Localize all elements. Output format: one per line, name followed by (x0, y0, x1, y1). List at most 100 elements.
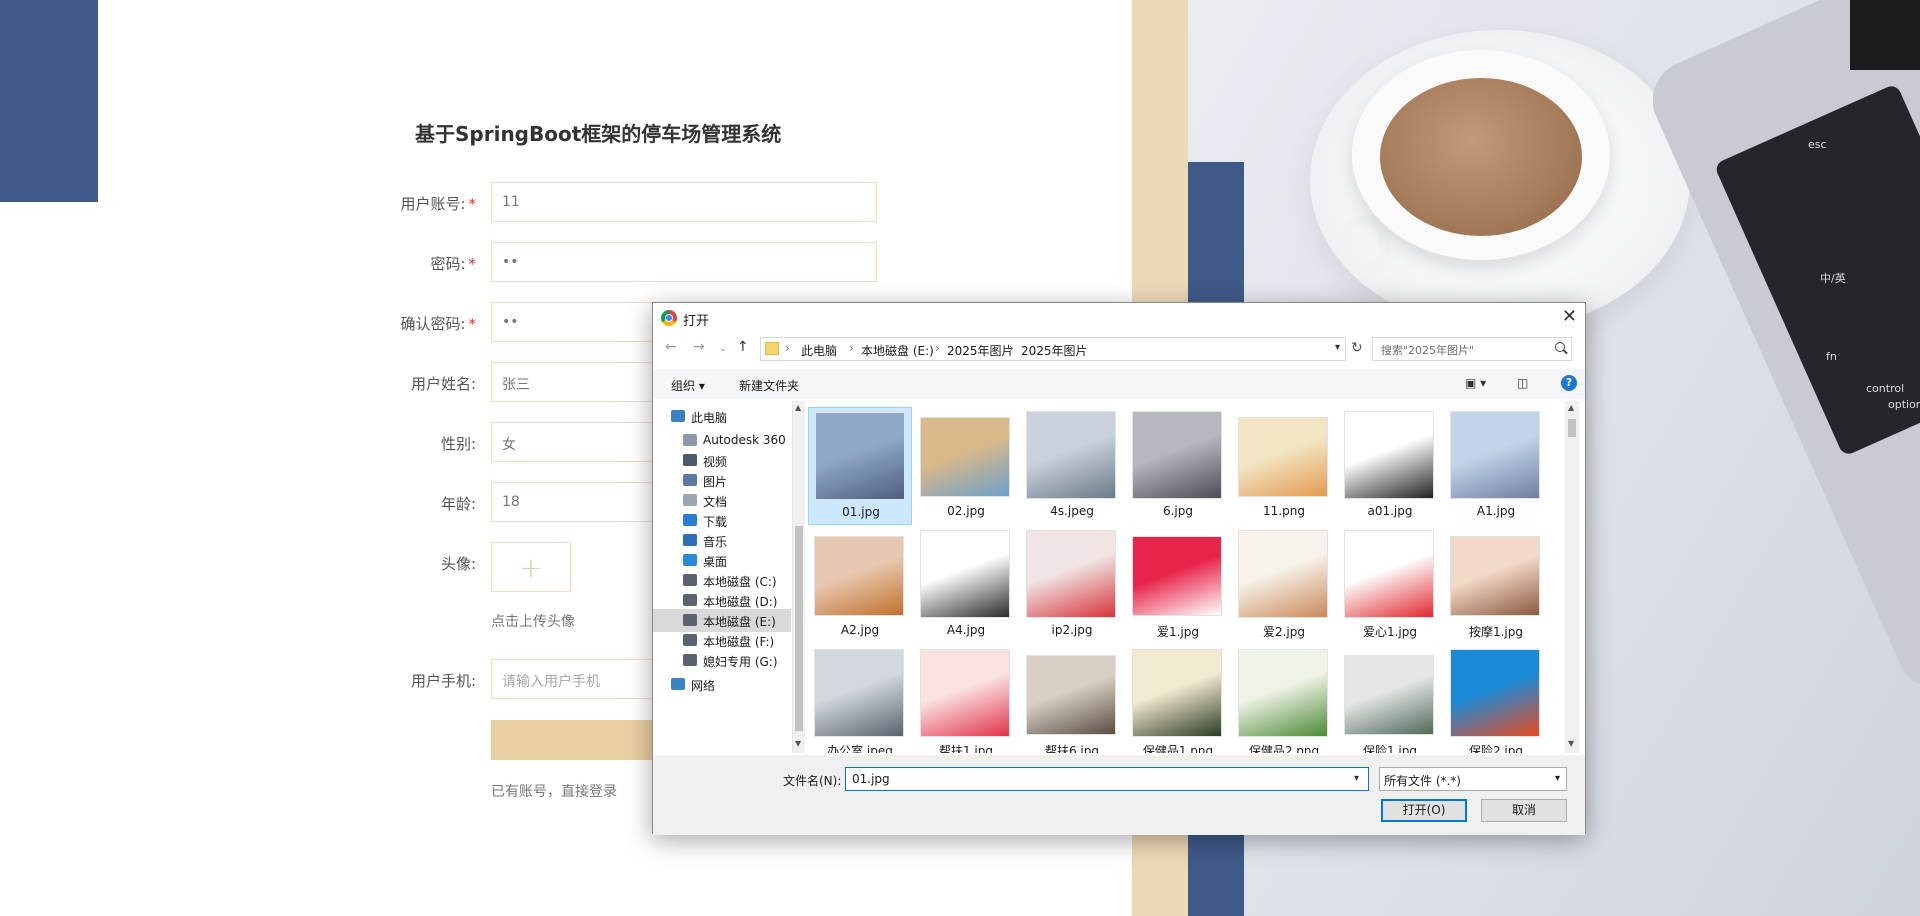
breadcrumb-this-pc[interactable]: 此电脑 (801, 342, 837, 359)
drive-icon (683, 574, 697, 586)
avatar-upload-button[interactable]: + (491, 542, 571, 592)
file-item[interactable]: 保险2.jpg (1444, 645, 1548, 753)
breadcrumb-folder-2[interactable]: 2025年图片 (1021, 342, 1088, 359)
file-item[interactable]: 11.png (1232, 407, 1336, 525)
file-open-dialog: 打开 ✕ ← → ⌄ ↑ › 此电脑 › 本地磁盘 (E:) › 2025年图片… (652, 302, 1586, 835)
nav-item[interactable]: 媳妇专用 (G:) (653, 649, 791, 672)
key-label-fn: fn (1826, 350, 1837, 363)
nav-scroll-thumb[interactable] (795, 526, 803, 731)
nav-item-label: 本地磁盘 (C:) (703, 575, 777, 589)
account-input[interactable]: 11 (491, 182, 877, 222)
file-item[interactable]: ip2.jpg (1020, 526, 1124, 644)
file-item[interactable]: a01.jpg (1338, 407, 1442, 525)
file-thumbnail (1132, 411, 1222, 499)
preview-pane-icon[interactable]: ◫ (1517, 376, 1528, 390)
file-item[interactable]: 爱2.jpg (1232, 526, 1336, 644)
file-thumbnail (1238, 417, 1328, 497)
file-thumbnail (1026, 530, 1116, 618)
file-item[interactable]: A2.jpg (808, 526, 912, 644)
password-input[interactable]: •• (491, 242, 877, 282)
file-item[interactable]: 保健品2.png (1232, 645, 1336, 753)
filename-label: 文件名(N): (783, 774, 842, 788)
file-name: 办公室.jpeg (827, 744, 893, 753)
dialog-footer: 文件名(N): 01.jpg ▾ 所有文件 (*.*) ▾ 打开(O) 取消 (653, 755, 1585, 835)
breadcrumb-drive-e[interactable]: 本地磁盘 (E:) (861, 342, 934, 359)
file-name: 4s.jpeg (1050, 504, 1094, 518)
file-item[interactable]: A1.jpg (1444, 407, 1548, 525)
decor-block-navy (0, 0, 98, 202)
open-button[interactable]: 打开(O) (1381, 799, 1467, 822)
nav-item[interactable]: 此电脑 (653, 405, 791, 428)
chevron-down-icon[interactable]: ▾ (1335, 342, 1340, 353)
file-item[interactable]: A4.jpg (914, 526, 1018, 644)
file-name: 保健品2.png (1248, 744, 1320, 753)
file-name: 保险1.jpg (1362, 744, 1418, 753)
files-scrollbar[interactable]: ▲ ▼ (1565, 401, 1579, 753)
breadcrumb-folder-1[interactable]: 2025年图片 (947, 342, 1014, 359)
up-arrow-icon[interactable]: ↑ (737, 339, 749, 355)
file-item[interactable]: 办公室.jpeg (808, 645, 912, 753)
file-item[interactable]: 4s.jpeg (1020, 407, 1124, 525)
file-thumbnail (1450, 649, 1540, 737)
laptop-screen-image (1850, 0, 1920, 70)
login-link[interactable]: 已有账号，直接登录 (491, 781, 617, 801)
account-label: 用户账号: * (400, 195, 476, 213)
recent-locations-icon[interactable]: ⌄ (719, 343, 727, 354)
filetype-value: 所有文件 (*.*) (1384, 774, 1461, 788)
file-name: 帮扶6.jpg (1044, 744, 1100, 753)
file-thumbnail (814, 649, 904, 737)
nav-scrollbar[interactable]: ▲ ▼ (793, 401, 805, 753)
scroll-up-icon[interactable]: ▲ (795, 403, 801, 412)
file-thumbnail (1450, 536, 1540, 616)
help-icon[interactable]: ? (1561, 375, 1577, 391)
file-thumbnail (814, 536, 904, 616)
drive-icon (683, 594, 697, 606)
file-thumbnail (1026, 411, 1116, 499)
phone-label: 用户手机: (410, 672, 476, 690)
file-item[interactable]: 帮扶1.jpg (914, 645, 1018, 753)
address-bar[interactable]: › 此电脑 › 本地磁盘 (E:) › 2025年图片 › 2025年图片 ▾ (760, 337, 1346, 361)
search-placeholder: 搜索"2025年图片" (1381, 344, 1475, 357)
search-input[interactable]: 搜索"2025年图片" (1372, 337, 1572, 361)
file-name: 保健品1.png (1142, 744, 1214, 753)
drive-icon (683, 634, 697, 646)
file-item[interactable]: 保险1.jpg (1338, 645, 1442, 753)
file-list: 01.jpg 02.jpg 4s.jpeg 6.jpg 11.png a01.jpg A1.… (805, 401, 1565, 753)
file-name: 爱2.jpg (1262, 625, 1306, 639)
file-item[interactable]: 按摩1.jpg (1444, 526, 1548, 644)
new-folder-button[interactable]: 新建文件夹 (739, 377, 799, 394)
coffee-image (1380, 78, 1582, 236)
drive-icon (683, 614, 697, 626)
forward-arrow-icon[interactable]: → (693, 339, 705, 355)
files-scroll-thumb[interactable] (1568, 419, 1576, 437)
filetype-select[interactable]: 所有文件 (*.*) ▾ (1379, 767, 1567, 791)
cancel-button[interactable]: 取消 (1481, 799, 1567, 822)
music-icon (683, 534, 697, 546)
scroll-down-icon[interactable]: ▼ (795, 739, 801, 748)
file-item[interactable]: 01.jpg (808, 407, 912, 525)
nav-item[interactable]: 网络 (653, 673, 791, 696)
refresh-icon[interactable]: ↻ (1351, 340, 1363, 356)
file-thumbnail (1344, 655, 1434, 735)
organize-button[interactable]: 组织 ▾ (671, 377, 705, 394)
file-name: 爱心1.jpg (1362, 625, 1418, 639)
file-thumbnail (920, 530, 1010, 618)
file-thumbnail (1344, 411, 1434, 499)
chevron-down-icon[interactable]: ▾ (1354, 773, 1359, 784)
file-thumbnail (920, 649, 1010, 737)
register-button[interactable] (491, 720, 661, 760)
file-item[interactable]: 爱心1.jpg (1338, 526, 1442, 644)
scroll-down-icon[interactable]: ▼ (1568, 739, 1574, 748)
chevron-right-icon: › (785, 341, 790, 355)
file-item[interactable]: 爱1.jpg (1126, 526, 1230, 644)
file-item[interactable]: 帮扶6.jpg (1020, 645, 1124, 753)
scroll-up-icon[interactable]: ▲ (1568, 403, 1574, 412)
close-icon[interactable]: ✕ (1562, 306, 1577, 327)
file-item[interactable]: 02.jpg (914, 407, 1018, 525)
gender-label: 性别: (440, 435, 476, 453)
file-item[interactable]: 6.jpg (1126, 407, 1230, 525)
view-options-icon[interactable]: ▣ ▾ (1465, 376, 1486, 390)
file-item[interactable]: 保健品1.png (1126, 645, 1230, 753)
filename-input[interactable]: 01.jpg (845, 767, 1369, 791)
back-arrow-icon[interactable]: ← (665, 339, 677, 355)
